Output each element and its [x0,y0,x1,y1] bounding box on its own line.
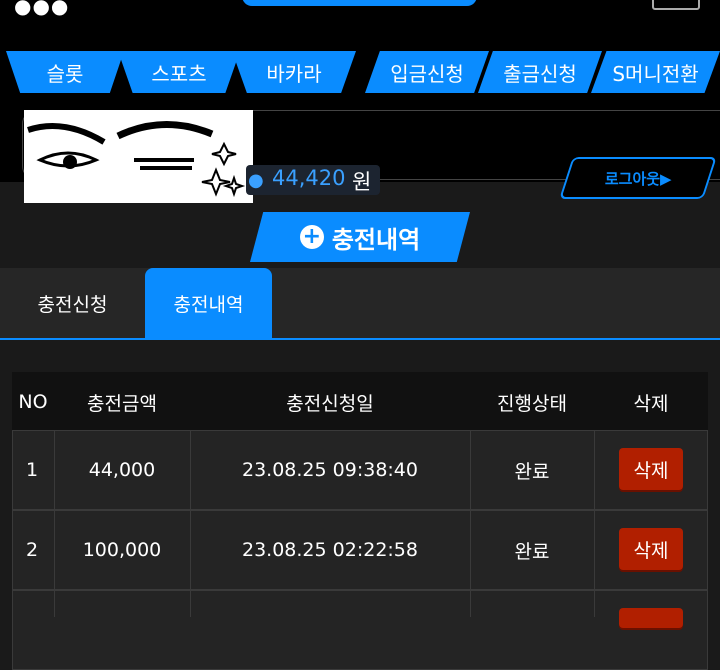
nav-baccarat[interactable]: 바카라 [232,51,356,93]
tab-charge-request[interactable]: 충전신청 [0,268,145,338]
top-banner-button[interactable] [242,0,477,6]
section-title-text: 충전내역 [331,225,421,254]
header-no: NO [18,391,48,413]
menu-icon[interactable]: ●●● [14,0,69,18]
nav-deposit[interactable]: 입금신청 [365,51,489,93]
coin-icon: ● [248,170,264,191]
delete-button[interactable] [619,608,683,628]
avatar [24,110,253,203]
header-date: 충전신청일 [286,392,374,415]
header-amount: 충전금액 [87,392,157,415]
row-no: 1 [26,459,39,481]
header-status: 진행상태 [497,392,567,415]
row-no: 2 [26,539,39,561]
column-divider [190,430,191,617]
balance-amount: 44,420 [272,166,346,190]
logout-button[interactable]: 로그아웃▶ [559,157,717,199]
nav-withdraw[interactable]: 출금신청 [478,51,602,93]
logout-label: 로그아웃▶ [604,169,672,188]
tab-charge-history[interactable]: 충전내역 [145,268,272,338]
row-amount: 100,000 [82,539,162,561]
balance-unit: 원 [352,170,372,194]
header-delete: 삭제 [633,392,669,415]
row-amount: 44,000 [88,459,156,481]
row-date: 23.08.25 09:38:40 [242,459,418,481]
row-status: 완료 [514,460,550,483]
row-status: 완료 [514,540,550,563]
nav-sports[interactable]: 스포츠 [118,51,240,93]
column-divider [54,430,55,617]
row-date: 23.08.25 02:22:58 [242,539,418,561]
delete-button[interactable]: 삭제 [619,528,683,570]
table-row [12,590,708,670]
section-title: + 충전내역 [250,212,470,262]
top-right-icon[interactable] [652,0,700,10]
nav-money-convert[interactable]: S머니전환 [591,51,720,93]
nav-slot[interactable]: 슬롯 [6,51,124,93]
delete-button[interactable]: 삭제 [619,448,683,490]
plus-circle-icon: + [299,225,324,249]
column-divider [594,430,595,617]
avatar-illustration [27,120,246,198]
column-divider [470,430,471,617]
tab-bar: 충전신청 충전내역 [0,268,720,340]
